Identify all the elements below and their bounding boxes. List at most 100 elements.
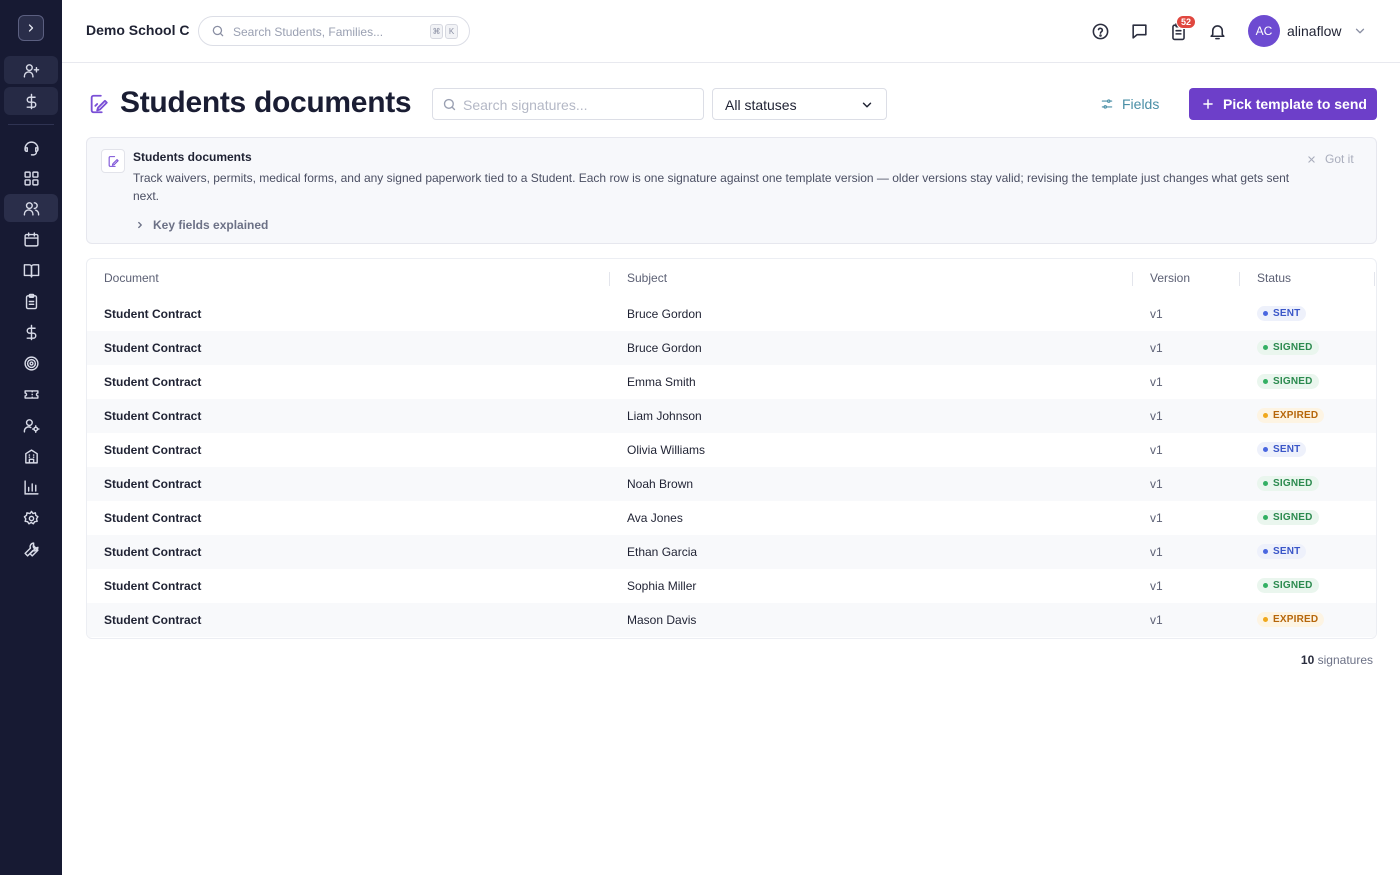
version-label: v1: [1150, 341, 1163, 355]
table-row[interactable]: Student Contract Mason Davis v1 EXPIRED: [87, 603, 1376, 637]
column-header-version[interactable]: Version: [1150, 271, 1190, 285]
subject-name: Bruce Gordon: [627, 341, 702, 355]
help-button[interactable]: [1089, 20, 1111, 42]
pick-template-button[interactable]: Pick template to send: [1189, 88, 1377, 120]
subject-name: Ethan Garcia: [627, 545, 698, 559]
school-name[interactable]: Demo School C: [86, 22, 189, 38]
bar-chart-icon: [23, 479, 39, 495]
fields-button[interactable]: Fields: [1100, 92, 1159, 116]
sidebar-item-courses[interactable]: [4, 256, 58, 284]
sidebar-item-assignments[interactable]: [4, 287, 58, 315]
document-name: Student Contract: [104, 477, 202, 491]
chevron-down-icon[interactable]: [1353, 24, 1367, 38]
shortcut-key-cmd: ⌘: [430, 24, 443, 39]
sidebar-item-support[interactable]: [4, 134, 58, 162]
document-name: Student Contract: [104, 409, 202, 423]
status-dot: [1263, 617, 1268, 622]
close-icon: [1308, 155, 1315, 163]
sidebar-item-add-student[interactable]: [4, 56, 58, 84]
status-badge: SIGNED: [1257, 340, 1319, 355]
table-row[interactable]: Student Contract Emma Smith v1 SIGNED: [87, 365, 1376, 399]
wrench-icon: [23, 541, 39, 557]
status-label: SIGNED: [1273, 342, 1313, 353]
signature-count-number: 10: [1300, 653, 1315, 667]
sidebar-item-reports[interactable]: [4, 473, 58, 501]
info-callout-title: Students documents: [133, 150, 252, 164]
status-filter-value: All statuses: [725, 97, 797, 113]
status-label: SIGNED: [1273, 478, 1313, 489]
sidebar-item-payments[interactable]: [4, 87, 58, 115]
status-dot: [1263, 345, 1268, 350]
column-divider[interactable]: [609, 272, 610, 286]
chevron-down-icon: [862, 102, 872, 108]
sidebar-item-billing[interactable]: [4, 318, 58, 346]
dismiss-callout-button[interactable]: Got it: [1307, 152, 1354, 166]
user-gear-icon: [23, 418, 40, 433]
info-callout-body: Track waivers, permits, medical forms, a…: [133, 171, 1290, 203]
status-dot: [1263, 379, 1268, 384]
sidebar-item-staff[interactable]: [4, 411, 58, 439]
plus-icon: [1203, 99, 1213, 109]
column-header-status[interactable]: Status: [1257, 271, 1291, 285]
sidebar-item-tickets[interactable]: [4, 380, 58, 408]
key-fields-toggle[interactable]: Key fields explained: [135, 218, 268, 232]
sidebar-item-goals[interactable]: [4, 349, 58, 377]
table-row[interactable]: Student Contract Ava Jones v1 SIGNED: [87, 501, 1376, 535]
signature-search[interactable]: [432, 88, 704, 120]
status-label: SIGNED: [1273, 376, 1313, 387]
signature-search-input[interactable]: [463, 95, 693, 115]
sliders-icon: [1101, 99, 1113, 109]
column-divider[interactable]: [1374, 272, 1375, 286]
sidebar-item-tools[interactable]: [4, 535, 58, 563]
document-name: Student Contract: [104, 341, 202, 355]
top-header: Demo School C Search Students, Families.…: [62, 0, 1400, 63]
table-row[interactable]: Student Contract Bruce Gordon v1 SENT: [87, 297, 1376, 331]
global-search[interactable]: Search Students, Families... ⌘ K: [198, 16, 470, 46]
column-header-document[interactable]: Document: [104, 271, 159, 285]
document-name: Student Contract: [104, 545, 202, 559]
status-label: SENT: [1273, 308, 1301, 319]
dashboard-icon: [23, 170, 39, 186]
ticket-icon: [23, 389, 39, 399]
subject-name: Ava Jones: [627, 511, 683, 525]
pick-template-label: Pick template to send: [1223, 96, 1367, 112]
sidebar-toggle-button[interactable]: [18, 15, 44, 41]
status-label: SENT: [1273, 444, 1301, 455]
table-row[interactable]: Student Contract Liam Johnson v1 EXPIRED: [87, 399, 1376, 433]
info-callout-icon-box: [101, 149, 125, 173]
column-divider[interactable]: [1239, 272, 1240, 286]
status-label: SIGNED: [1273, 580, 1313, 591]
notifications-button[interactable]: [1206, 20, 1228, 42]
subject-name: Olivia Williams: [627, 443, 705, 457]
column-header-subject[interactable]: Subject: [627, 271, 667, 285]
version-label: v1: [1150, 477, 1163, 491]
bell-icon: [1209, 24, 1225, 39]
table-row[interactable]: Student Contract Noah Brown v1 SIGNED: [87, 467, 1376, 501]
settings-icon: [23, 510, 39, 525]
status-dot: [1263, 413, 1268, 418]
column-divider[interactable]: [1132, 272, 1133, 286]
table-row[interactable]: Student Contract Sophia Miller v1 SIGNED: [87, 569, 1376, 603]
headset-icon: [23, 140, 39, 156]
status-dot: [1263, 481, 1268, 486]
user-name[interactable]: alinaflow: [1287, 23, 1341, 39]
version-label: v1: [1150, 307, 1163, 321]
tasks-count-badge: 52: [1176, 15, 1197, 29]
info-callout: Students documents Track waivers, permit…: [86, 137, 1377, 244]
version-label: v1: [1150, 545, 1163, 559]
sidebar-item-calendar[interactable]: [4, 225, 58, 253]
table-row[interactable]: Student Contract Bruce Gordon v1 SIGNED: [87, 331, 1376, 365]
calendar-icon: [23, 231, 39, 247]
status-filter-select[interactable]: All statuses: [712, 88, 887, 120]
messages-button[interactable]: [1128, 20, 1150, 42]
version-label: v1: [1150, 579, 1163, 593]
sidebar-item-dashboard[interactable]: [4, 164, 58, 192]
table-row[interactable]: Student Contract Ethan Garcia v1 SENT: [87, 535, 1376, 569]
status-badge: SIGNED: [1257, 374, 1319, 389]
sidebar-item-locations[interactable]: [4, 442, 58, 470]
sidebar-item-students[interactable]: [4, 194, 58, 222]
user-avatar[interactable]: AC: [1248, 15, 1280, 47]
table-row[interactable]: Student Contract Olivia Williams v1 SENT: [87, 433, 1376, 467]
status-badge: SENT: [1257, 544, 1307, 559]
sidebar-item-settings[interactable]: [4, 504, 58, 532]
